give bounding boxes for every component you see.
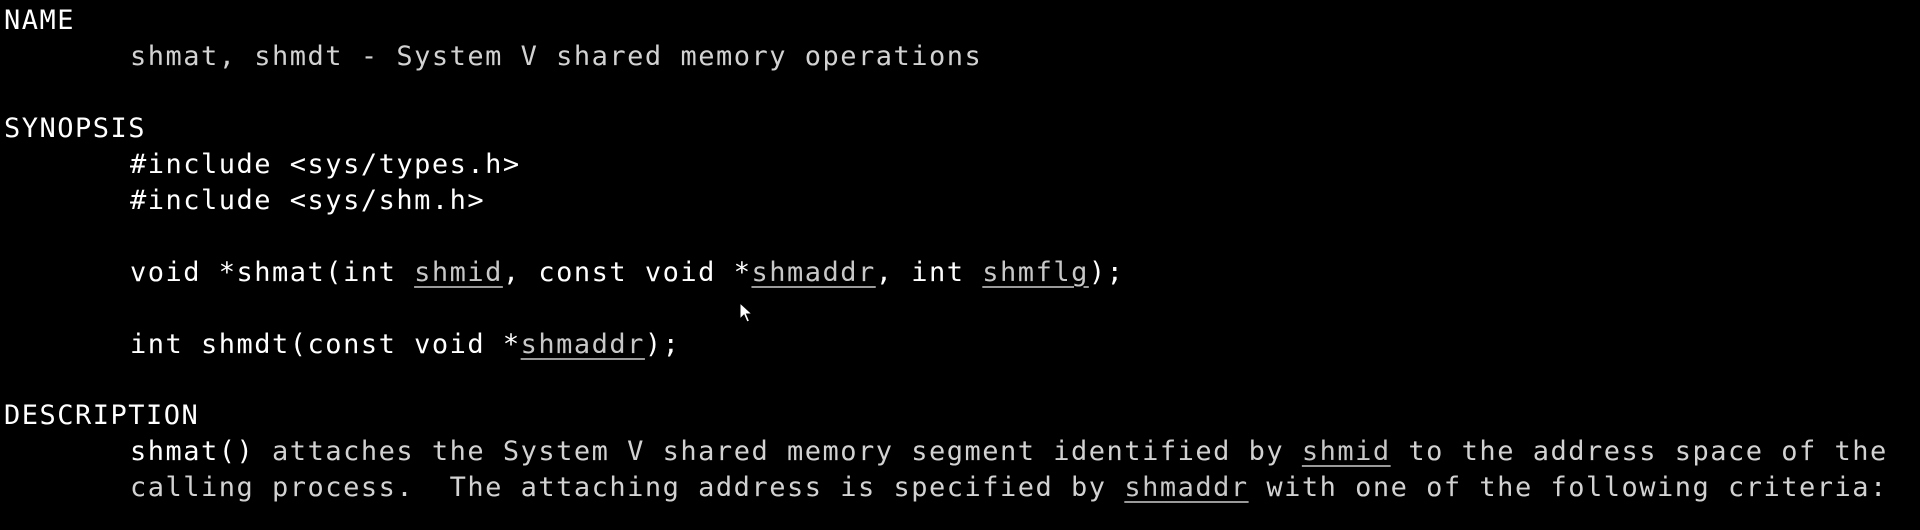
description-line-2-text-a: calling process. The attaching address i… [130,472,1125,503]
description-arg-shmid: shmid [1301,436,1391,467]
description-line-1: shmat() attaches the System V shared mem… [130,434,1888,470]
man-page-terminal: NAME shmat, shmdt - System V shared memo… [0,0,1920,530]
name-description: System V shared memory operations [396,41,983,72]
shmat-sig-pre: void *shmat(int [130,257,415,288]
description-line-2: calling process. The attaching address i… [130,470,1888,506]
name-dash: - [343,41,397,72]
synopsis-shmdt-signature: int shmdt(const void *shmaddr); [130,327,680,363]
synopsis-shmat-signature: void *shmat(int shmid, const void *shmad… [130,255,1124,291]
description-arg-shmaddr: shmaddr [1124,472,1249,503]
shmat-sig-mid2: , int [875,257,983,288]
name-line: shmat, shmdt - System V shared memory op… [130,39,982,75]
synopsis-include-shm: #include <sys/shm.h> [130,185,486,216]
description-heading: DESCRIPTION [4,400,200,431]
name-heading: NAME [4,5,76,36]
shmdt-sig-pre: int shmdt(const void * [130,329,521,360]
name-funcs: shmat, shmdt [130,41,344,72]
shmat-sig-mid1: , const void * [502,257,752,288]
shmdt-sig-post: ); [644,329,681,360]
shmat-arg-shmaddr: shmaddr [751,257,876,288]
shmat-sig-post: ); [1088,257,1125,288]
shmdt-arg-shmaddr: shmaddr [520,329,645,360]
description-func-shmat: shmat() [130,436,255,467]
shmat-arg-shmflg: shmflg [982,257,1089,288]
description-line-1-text-a: attaches the System V shared memory segm… [254,436,1302,467]
description-line-1-text-b: to the address space of the [1390,436,1888,467]
synopsis-include-types: #include <sys/types.h> [130,149,521,180]
shmat-arg-shmid: shmid [414,257,503,288]
mouse-pointer-icon [739,302,753,323]
description-line-2-text-b: with one of the following criteria: [1248,472,1888,503]
synopsis-heading: SYNOPSIS [4,113,147,144]
